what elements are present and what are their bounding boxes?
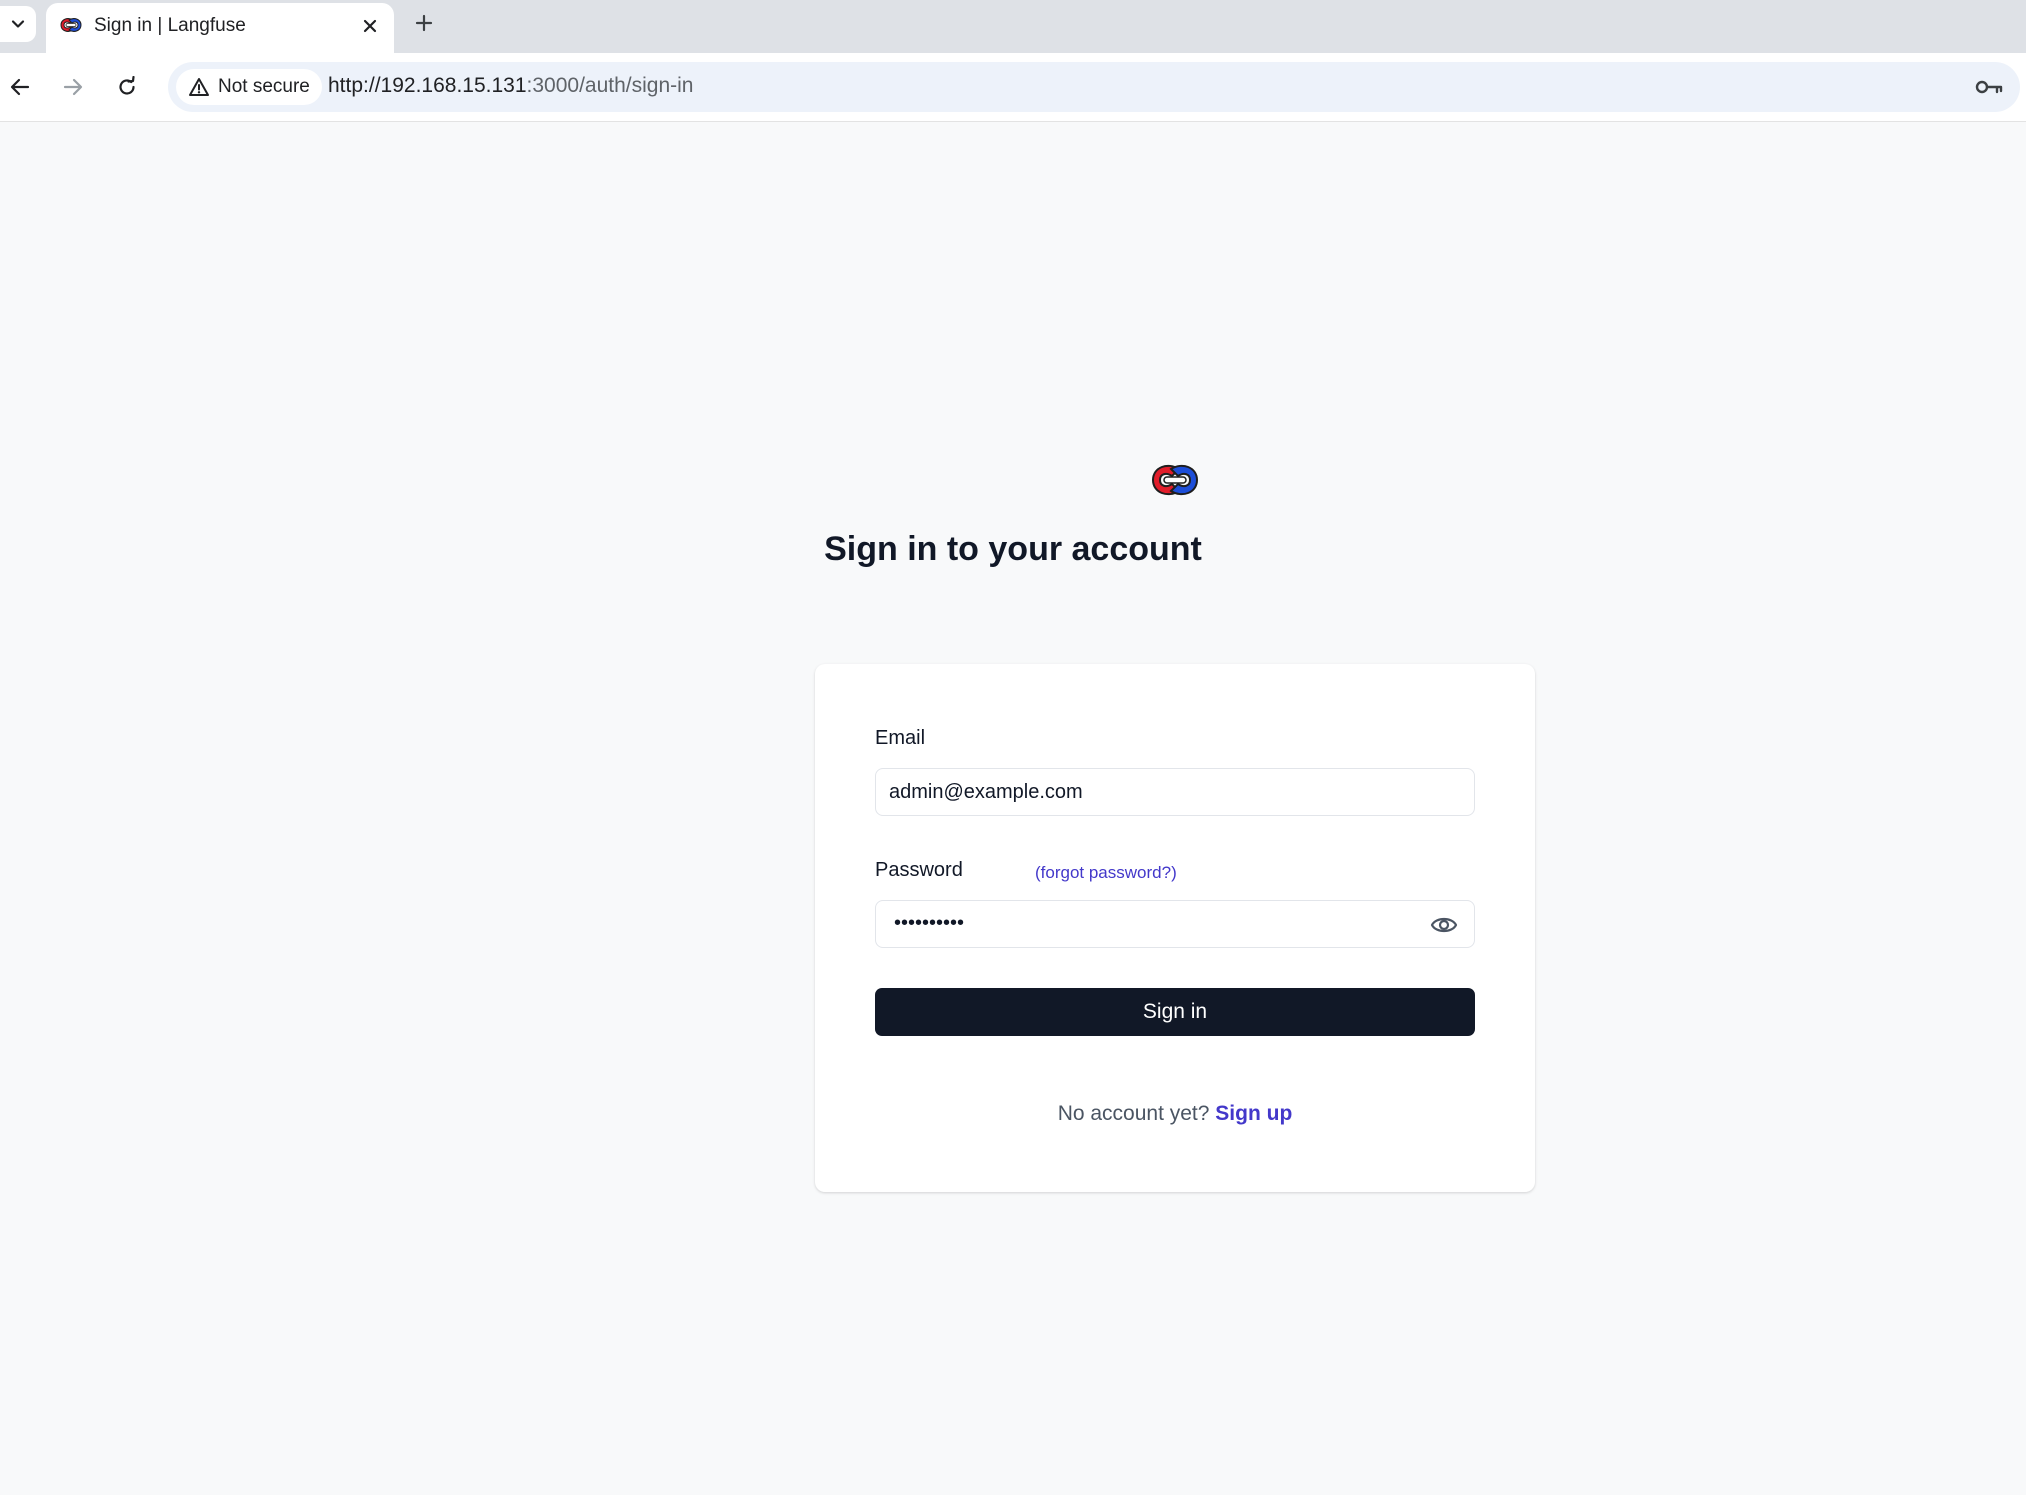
back-button[interactable] xyxy=(3,70,37,104)
warning-icon xyxy=(189,78,209,96)
password-label-row: Password (forgot password?) xyxy=(875,859,1275,889)
tab-title: Sign in | Langfuse xyxy=(94,15,246,36)
url-text[interactable]: http://192.168.15.131:3000/auth/sign-in xyxy=(328,74,693,98)
new-tab-button[interactable] xyxy=(410,9,438,37)
sign-up-link[interactable]: Sign up xyxy=(1215,1102,1292,1125)
reload-icon xyxy=(119,76,135,95)
password-value: •••••••••• xyxy=(894,912,965,934)
email-label: Email xyxy=(875,727,926,749)
password-label: Password xyxy=(875,859,963,881)
tab-close-button[interactable] xyxy=(356,12,384,40)
browser-toolbar: Not secure http://192.168.15.131:3000/au… xyxy=(0,53,2026,122)
key-icon xyxy=(1975,80,2003,94)
security-label: Not secure xyxy=(218,76,310,97)
email-field[interactable]: admin@example.com xyxy=(875,768,1475,816)
signup-prompt-row: No account yet? Sign up xyxy=(815,1102,1535,1126)
url-path: :3000/auth/sign-in xyxy=(526,74,694,97)
arrow-right-icon xyxy=(63,78,83,96)
chevron-down-icon xyxy=(11,20,25,28)
reload-button[interactable] xyxy=(110,70,144,104)
langfuse-logo-icon xyxy=(1151,464,1199,496)
page-body: Sign in to your account Email admin@exam… xyxy=(0,122,2026,1495)
plus-icon xyxy=(415,14,433,32)
sign-in-card: Email admin@example.com Password (forgot… xyxy=(815,664,1535,1192)
tab-active[interactable]: Sign in | Langfuse xyxy=(46,3,394,53)
arrow-left-icon xyxy=(10,78,30,96)
signup-prompt: No account yet? xyxy=(1057,1102,1210,1125)
password-key-button[interactable] xyxy=(1974,74,2004,100)
address-bar[interactable]: Not secure http://192.168.15.131:3000/au… xyxy=(168,62,2020,112)
sign-in-button[interactable]: Sign in xyxy=(875,988,1475,1036)
langfuse-favicon-icon xyxy=(60,18,82,32)
page-title: Sign in to your account xyxy=(824,530,1202,568)
eye-icon[interactable] xyxy=(1430,913,1458,937)
security-indicator[interactable]: Not secure xyxy=(176,69,322,105)
url-host: http://192.168.15.131 xyxy=(328,74,527,97)
password-field[interactable]: •••••••••• xyxy=(875,900,1475,948)
email-value: admin@example.com xyxy=(889,781,1083,803)
forward-button[interactable] xyxy=(56,70,90,104)
close-icon xyxy=(363,19,377,33)
tab-strip: Sign in | Langfuse xyxy=(0,0,2026,53)
forgot-password-link[interactable]: (forgot password?) xyxy=(1035,863,1177,883)
tab-search-button[interactable] xyxy=(0,6,36,42)
